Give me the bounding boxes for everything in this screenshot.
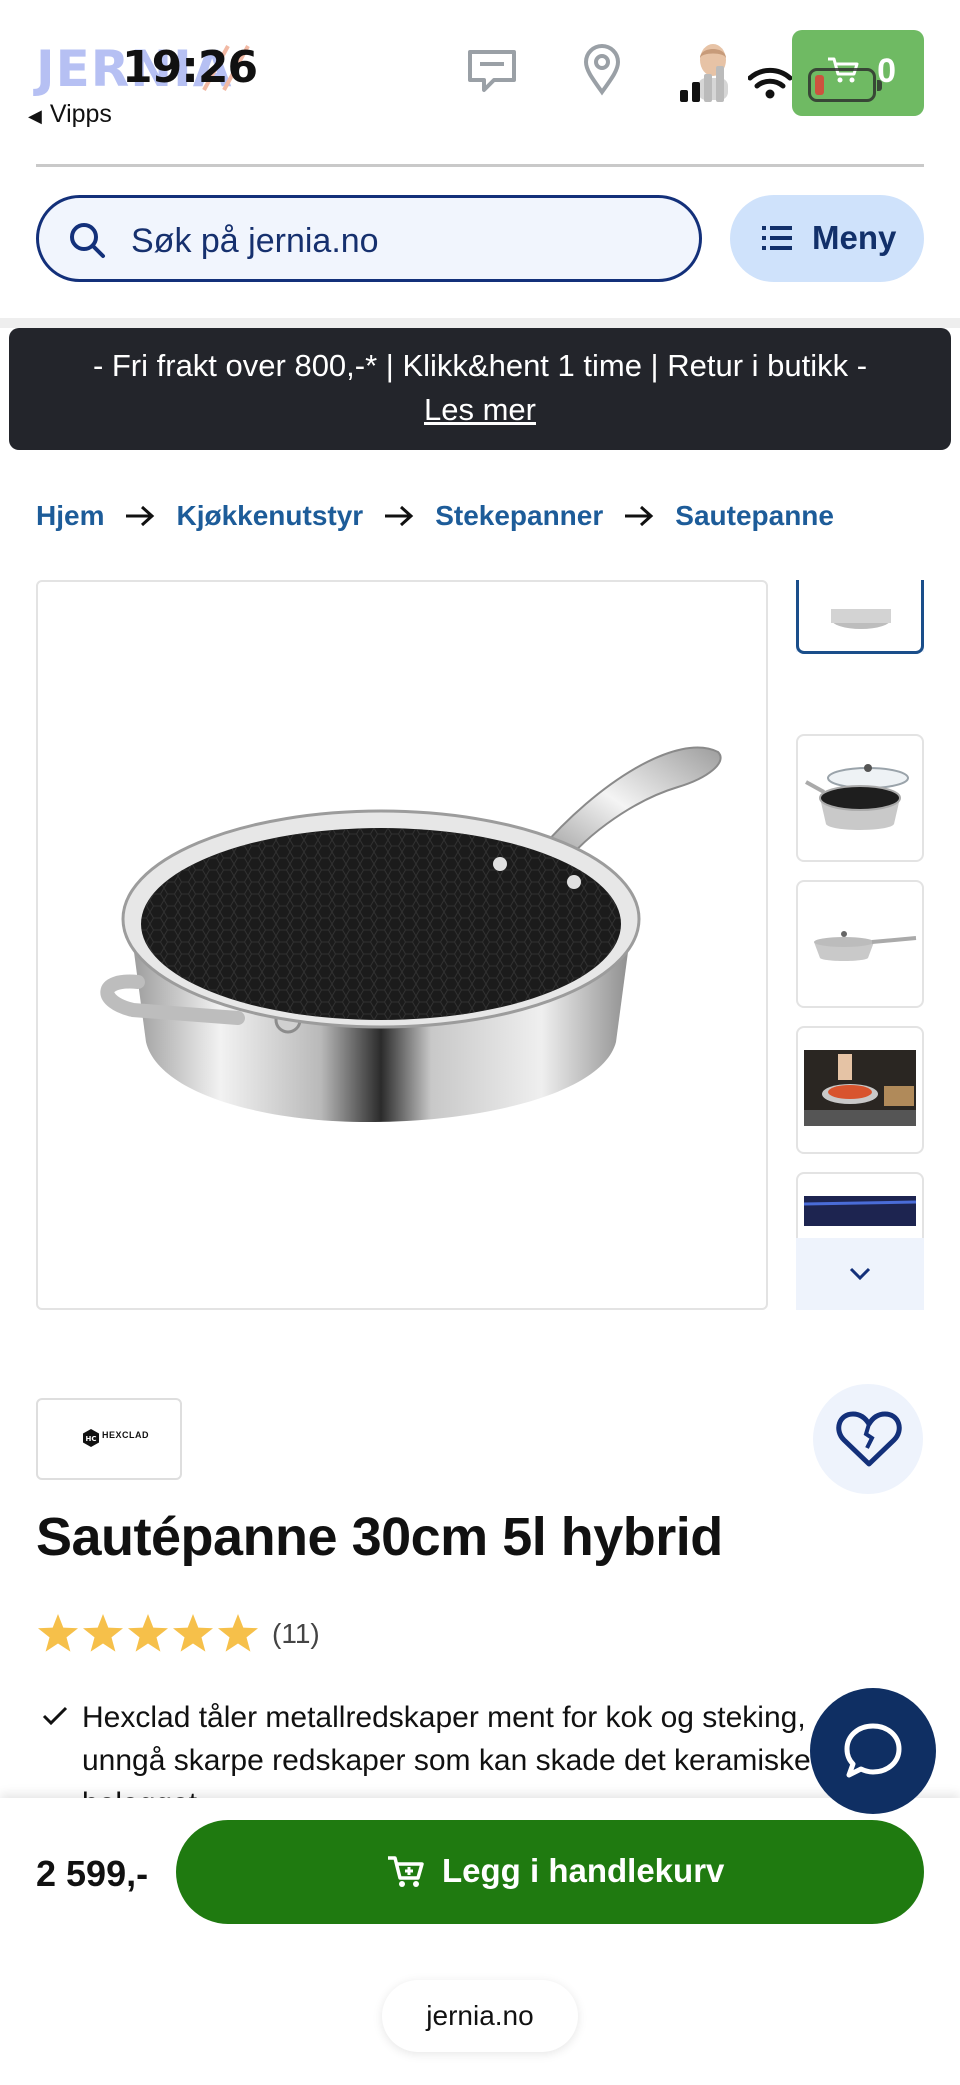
- favorite-button[interactable]: [813, 1384, 923, 1494]
- header-divider: [36, 164, 924, 167]
- search-placeholder: Søk på jernia.no: [131, 222, 379, 260]
- breadcrumb: Hjem Kjøkkenutstyr Stekepanner Sautepann…: [36, 500, 834, 532]
- chevron-down-icon: [849, 1267, 871, 1281]
- product-rating[interactable]: (11): [36, 1612, 320, 1656]
- hamburger-icon: [762, 226, 792, 250]
- breadcrumb-saute-pan[interactable]: Sautepanne: [675, 500, 834, 532]
- banner-read-more-link[interactable]: Les mer: [9, 392, 951, 428]
- thumbnail-scroll-down-button[interactable]: [796, 1238, 924, 1310]
- search-input[interactable]: Søk på jernia.no: [36, 195, 702, 282]
- breadcrumb-kitchen[interactable]: Kjøkkenutstyr: [176, 500, 363, 532]
- star-rating-icon: [38, 1614, 258, 1652]
- browser-url-pill[interactable]: jernia.no: [382, 1980, 578, 2052]
- thumbnail-3[interactable]: [796, 880, 924, 1008]
- back-triangle-icon: ◀: [28, 106, 42, 126]
- chat-icon[interactable]: [466, 48, 518, 94]
- section-divider: [0, 318, 960, 328]
- customer-chat-button[interactable]: [810, 1688, 936, 1814]
- brand-logo-text: HEXCLAD: [102, 1430, 150, 1440]
- back-app-label: Vipps: [49, 100, 112, 128]
- shipping-banner: - Fri frakt over 800,-* | Klikk&hent 1 t…: [9, 328, 951, 450]
- wifi-icon: [748, 67, 792, 99]
- add-to-cart-button[interactable]: Legg i handlekurv: [176, 1820, 924, 1924]
- menu-button[interactable]: Meny: [730, 195, 924, 282]
- browser-domain: jernia.no: [426, 2000, 534, 2031]
- arrow-right-icon: [124, 504, 156, 528]
- checkmark-icon: [42, 1706, 68, 1726]
- arrow-right-icon: [383, 504, 415, 528]
- rating-count: (11): [272, 1618, 320, 1649]
- product-main-image[interactable]: [36, 580, 768, 1310]
- store-location-icon[interactable]: [582, 44, 622, 96]
- status-time: 19:26: [122, 42, 258, 93]
- cellular-signal-icon: [680, 66, 724, 102]
- thumbnail-2[interactable]: [796, 734, 924, 862]
- status-bar: JERNIA 19:26 ◀ Vipps 0: [0, 0, 960, 160]
- menu-label: Meny: [812, 219, 897, 256]
- back-to-app-link[interactable]: ◀ Vipps: [28, 100, 112, 129]
- brand-logo[interactable]: HC HEXCLAD: [36, 1398, 182, 1480]
- thumbnail-4[interactable]: [796, 1026, 924, 1154]
- thumbnail-1[interactable]: [796, 580, 924, 654]
- cart-add-icon: [388, 1856, 424, 1887]
- product-title: Sautépanne 30cm 5l hybrid: [36, 1507, 723, 1567]
- banner-text: - Fri frakt over 800,-* | Klikk&hent 1 t…: [92, 348, 868, 383]
- heart-icon: [836, 1411, 902, 1467]
- add-to-cart-label: Legg i handlekurv: [442, 1852, 725, 1889]
- saute-pan-image: [100, 746, 722, 1122]
- arrow-right-icon: [623, 504, 655, 528]
- chat-bubble-icon: [844, 1723, 902, 1778]
- product-price: 2 599,-: [36, 1853, 149, 1894]
- breadcrumb-frying-pans[interactable]: Stekepanner: [435, 500, 603, 532]
- battery-icon: [808, 68, 882, 102]
- breadcrumb-home[interactable]: Hjem: [36, 500, 104, 532]
- thumbnail-strip: [796, 580, 924, 1310]
- svg-text:HC: HC: [86, 1435, 97, 1443]
- hexclad-logo-icon: HC: [83, 1429, 99, 1447]
- search-icon: [70, 223, 105, 258]
